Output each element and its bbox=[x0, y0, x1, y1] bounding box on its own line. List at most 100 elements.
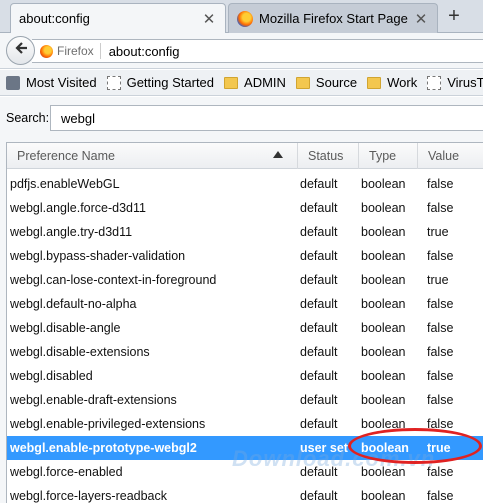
navigation-bar: Firefox about:config bbox=[0, 33, 483, 69]
tab-firefox-start-page[interactable]: Mozilla Firefox Start Page ✕ bbox=[228, 3, 438, 33]
bookmark-virustotal[interactable]: VirusTotal - Fr bbox=[427, 75, 483, 90]
close-tab-icon[interactable]: ✕ bbox=[201, 11, 217, 28]
pref-type-cell: boolean bbox=[361, 297, 406, 311]
pref-value-cell: false bbox=[427, 321, 454, 335]
column-header-type[interactable]: Type bbox=[359, 143, 418, 169]
pref-type-cell: boolean bbox=[361, 273, 406, 287]
search-input[interactable]: webgl bbox=[50, 105, 483, 131]
pref-type-cell: boolean bbox=[361, 417, 406, 431]
bookmark-label: Work bbox=[387, 75, 418, 90]
pref-value-cell: false bbox=[427, 297, 454, 311]
table-row[interactable]: webgl.disable-extensions default boolean fa… bbox=[7, 340, 483, 364]
table-header: Preference Name Status Type Value bbox=[7, 143, 483, 169]
pref-status-cell: default bbox=[300, 393, 338, 407]
table-row[interactable]: webgl.disabled default boolean false bbox=[7, 364, 483, 388]
pref-name-cell: webgl.bypass-shader-validation bbox=[10, 249, 186, 263]
pref-name-cell: pdfjs.enableWebGL bbox=[10, 177, 120, 191]
pref-value-cell: true bbox=[427, 273, 449, 287]
pref-status-cell: default bbox=[300, 321, 338, 335]
pref-value-cell: false bbox=[427, 369, 454, 383]
bookmark-getting-started[interactable]: Getting Started bbox=[106, 75, 215, 90]
star-folder-icon bbox=[6, 75, 20, 90]
table-row[interactable]: webgl.force-enabled default boolean false bbox=[7, 460, 483, 484]
pref-value-cell: true bbox=[427, 225, 449, 239]
bookmark-admin[interactable]: ADMIN bbox=[224, 75, 286, 90]
pref-value-cell: false bbox=[427, 465, 454, 479]
pref-status-cell: default bbox=[300, 249, 338, 263]
pref-value-cell: false bbox=[427, 393, 454, 407]
tab-strip: about:config ✕ Mozilla Firefox Start Pag… bbox=[0, 0, 483, 33]
pref-type-cell: boolean bbox=[361, 201, 406, 215]
pref-type-cell: boolean bbox=[361, 177, 406, 191]
table-row[interactable]: webgl.enable-draft-extensions default bool… bbox=[7, 388, 483, 412]
column-header-value[interactable]: Value bbox=[418, 143, 483, 169]
folder-icon bbox=[224, 76, 239, 89]
table-row[interactable]: webgl.enable-prototype-webgl2 user set boo… bbox=[7, 436, 483, 460]
pref-type-cell: boolean bbox=[361, 393, 406, 407]
firefox-logo-icon bbox=[237, 10, 253, 27]
pref-value-cell: true bbox=[427, 441, 451, 455]
table-row[interactable]: webgl.angle.try-d3d11 default boolean true bbox=[7, 220, 483, 244]
pref-status-cell: default bbox=[300, 273, 338, 287]
bookmark-most-visited[interactable]: Most Visited bbox=[6, 75, 97, 90]
table-row[interactable]: pdfjs.enableWebGL default boolean false bbox=[7, 172, 483, 196]
table-row[interactable]: webgl.default-no-alpha default boolean fals… bbox=[7, 292, 483, 316]
pref-name-cell: webgl.angle.try-d3d11 bbox=[10, 225, 133, 239]
new-tab-button[interactable]: + bbox=[442, 6, 466, 28]
tab-title: Mozilla Firefox Start Page bbox=[259, 11, 408, 26]
tab-about-config[interactable]: about:config ✕ bbox=[10, 3, 226, 33]
pref-name-cell: webgl.enable-privileged-extensions bbox=[10, 417, 206, 431]
pref-status-cell: default bbox=[300, 417, 338, 431]
column-label: Value bbox=[428, 149, 460, 163]
bookmark-label: VirusTotal - Fr bbox=[447, 75, 483, 90]
table-row[interactable]: webgl.angle.force-d3d11 default boolean fal… bbox=[7, 196, 483, 220]
table-row[interactable]: webgl.force-layers-readback default boolea… bbox=[7, 484, 483, 503]
page-icon bbox=[106, 75, 121, 90]
column-header-status[interactable]: Status bbox=[298, 143, 359, 169]
bookmark-work[interactable]: Work bbox=[367, 75, 417, 90]
pref-value-cell: false bbox=[427, 177, 454, 191]
pref-name-cell: webgl.can-lose-context-in-foreground bbox=[10, 273, 217, 287]
pref-status-cell: user set bbox=[300, 441, 348, 455]
table-row[interactable]: webgl.enable-privileged-extensions defaul… bbox=[7, 412, 483, 436]
pref-value-cell: false bbox=[427, 249, 454, 263]
column-label: Preference Name bbox=[17, 149, 115, 163]
table-row[interactable]: webgl.disable-angle default boolean false bbox=[7, 316, 483, 340]
folder-icon bbox=[295, 76, 310, 89]
pref-name-cell: webgl.force-enabled bbox=[10, 465, 123, 479]
pref-value-cell: false bbox=[427, 489, 454, 503]
page-icon bbox=[427, 75, 442, 90]
column-label: Status bbox=[308, 149, 344, 163]
back-button[interactable] bbox=[6, 36, 35, 65]
search-row: Search: webgl bbox=[0, 105, 483, 131]
identity-box[interactable]: Firefox bbox=[40, 43, 101, 59]
pref-type-cell: boolean bbox=[361, 321, 406, 335]
search-label: Search: bbox=[6, 111, 50, 125]
pref-name-cell: webgl.disable-extensions bbox=[10, 345, 150, 359]
table-row[interactable]: webgl.bypass-shader-validation default boo… bbox=[7, 244, 483, 268]
url-bar[interactable]: Firefox about:config bbox=[32, 39, 483, 63]
tab-title: about:config bbox=[19, 11, 90, 26]
bookmark-label: Getting Started bbox=[126, 75, 215, 90]
pref-type-cell: boolean bbox=[361, 345, 406, 359]
pref-status-cell: default bbox=[300, 297, 338, 311]
pref-name-cell: webgl.force-layers-readback bbox=[10, 489, 168, 503]
column-header-name[interactable]: Preference Name bbox=[7, 143, 298, 169]
bookmark-source[interactable]: Source bbox=[295, 75, 357, 90]
pref-name-cell: webgl.enable-prototype-webgl2 bbox=[10, 441, 197, 455]
bookmark-label: Most Visited bbox=[26, 75, 97, 90]
pref-type-cell: boolean bbox=[361, 369, 406, 383]
pref-name-cell: webgl.enable-draft-extensions bbox=[10, 393, 177, 407]
pref-type-cell: boolean bbox=[361, 465, 406, 479]
config-page: Search: webgl Preference Name Status Typ… bbox=[0, 97, 483, 503]
pref-name-cell: webgl.disabled bbox=[10, 369, 93, 383]
table-row[interactable]: webgl.can-lose-context-in-foreground defa… bbox=[7, 268, 483, 292]
pref-value-cell: false bbox=[427, 417, 454, 431]
preferences-table: Preference Name Status Type Value pdfjs.… bbox=[6, 142, 483, 503]
pref-status-cell: default bbox=[300, 225, 338, 239]
identity-label: Firefox bbox=[57, 44, 94, 58]
close-tab-icon[interactable]: ✕ bbox=[413, 11, 429, 28]
bookmarks-toolbar: Most Visited Getting Started ADMIN Sourc… bbox=[0, 70, 483, 96]
pref-type-cell: boolean bbox=[361, 489, 406, 503]
pref-status-cell: default bbox=[300, 201, 338, 215]
